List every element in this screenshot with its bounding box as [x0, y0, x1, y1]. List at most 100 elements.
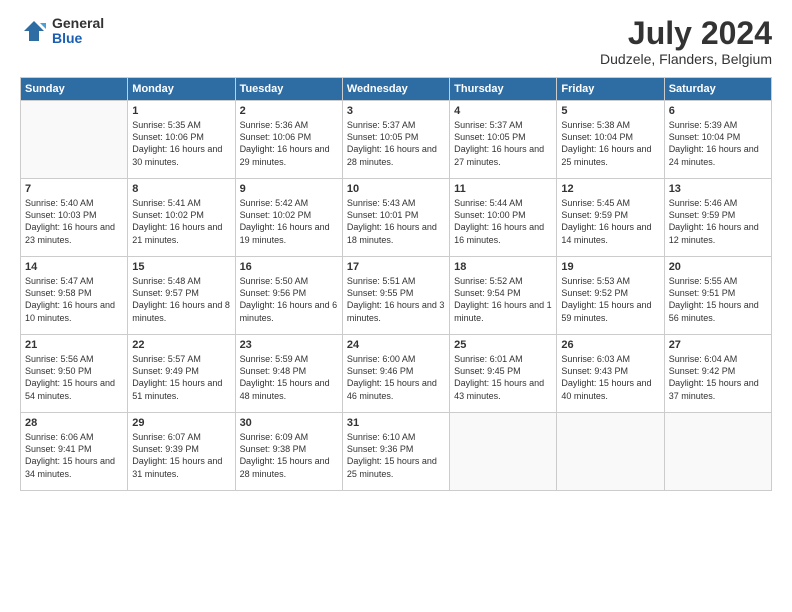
day-info: Sunrise: 6:03 AM Sunset: 9:43 PM Dayligh… — [561, 353, 659, 402]
day-info: Sunrise: 6:01 AM Sunset: 9:45 PM Dayligh… — [454, 353, 552, 402]
logo-blue: Blue — [52, 31, 104, 46]
day-number: 26 — [561, 339, 659, 351]
day-info: Sunrise: 5:44 AM Sunset: 10:00 PM Daylig… — [454, 197, 552, 246]
day-info: Sunrise: 5:45 AM Sunset: 9:59 PM Dayligh… — [561, 197, 659, 246]
day-number: 24 — [347, 339, 445, 351]
day-cell: 30Sunrise: 6:09 AM Sunset: 9:38 PM Dayli… — [235, 413, 342, 491]
day-cell: 10Sunrise: 5:43 AM Sunset: 10:01 PM Dayl… — [342, 179, 449, 257]
header-cell-thursday: Thursday — [450, 78, 557, 101]
day-cell: 17Sunrise: 5:51 AM Sunset: 9:55 PM Dayli… — [342, 257, 449, 335]
day-cell: 14 Sunrise: 5:47 AM Sunset: 9:58 PM Dayli… — [21, 257, 128, 335]
week-row-4: 21 Sunrise: 5:56 AM Sunset: 9:50 PM Dayli… — [21, 335, 772, 413]
day-number: 14 — [25, 261, 123, 273]
day-number: 30 — [240, 417, 338, 429]
day-cell: 26 Sunrise: 6:03 AM Sunset: 9:43 PM Dayli… — [557, 335, 664, 413]
day-number: 23 — [240, 339, 338, 351]
day-info: Sunrise: 5:40 AM Sunset: 10:03 PM Daylig… — [25, 197, 123, 246]
day-number: 22 — [132, 339, 230, 351]
day-number: 21 — [25, 339, 123, 351]
day-info: Sunrise: 6:04 AM Sunset: 9:42 PM Dayligh… — [669, 353, 767, 402]
day-number: 5 — [561, 105, 659, 117]
day-cell: 13 Sunrise: 5:46 AM Sunset: 9:59 PM Dayli… — [664, 179, 771, 257]
logo-icon — [20, 17, 48, 45]
day-cell: 6 Sunrise: 5:39 AM Sunset: 10:04 PM Dayli… — [664, 101, 771, 179]
day-cell: 24 Sunrise: 6:00 AM Sunset: 9:46 PM Dayli… — [342, 335, 449, 413]
calendar-container: General Blue July 2024 Dudzele, Flanders… — [0, 0, 792, 612]
day-info: Sunrise: 5:55 AM Sunset: 9:51 PM Dayligh… — [669, 275, 767, 324]
day-cell: 21 Sunrise: 5:56 AM Sunset: 9:50 PM Dayli… — [21, 335, 128, 413]
calendar-subtitle: Dudzele, Flanders, Belgium — [600, 51, 772, 67]
day-info: Sunrise: 6:00 AM Sunset: 9:46 PM Dayligh… — [347, 353, 445, 402]
day-number: 27 — [669, 339, 767, 351]
day-number: 13 — [669, 183, 767, 195]
day-number: 16 — [240, 261, 338, 273]
week-row-5: 28 Sunrise: 6:06 AM Sunset: 9:41 PM Dayli… — [21, 413, 772, 491]
day-info: Sunrise: 5:48 AM Sunset: 9:57 PM Dayligh… — [132, 275, 230, 324]
day-cell — [450, 413, 557, 491]
day-cell: 28 Sunrise: 6:06 AM Sunset: 9:41 PM Dayli… — [21, 413, 128, 491]
day-cell: 27 Sunrise: 6:04 AM Sunset: 9:42 PM Dayli… — [664, 335, 771, 413]
day-number: 7 — [25, 183, 123, 195]
header-cell-sunday: Sunday — [21, 78, 128, 101]
day-number: 1 — [132, 105, 230, 117]
week-row-2: 7 Sunrise: 5:40 AM Sunset: 10:03 PM Dayli… — [21, 179, 772, 257]
day-info: Sunrise: 5:59 AM Sunset: 9:48 PM Dayligh… — [240, 353, 338, 402]
day-cell: 16Sunrise: 5:50 AM Sunset: 9:56 PM Dayli… — [235, 257, 342, 335]
header: General Blue July 2024 Dudzele, Flanders… — [20, 16, 772, 67]
day-number: 18 — [454, 261, 552, 273]
day-cell: 12Sunrise: 5:45 AM Sunset: 9:59 PM Dayli… — [557, 179, 664, 257]
day-number: 15 — [132, 261, 230, 273]
day-number: 8 — [132, 183, 230, 195]
day-cell: 19 Sunrise: 5:53 AM Sunset: 9:52 PM Dayli… — [557, 257, 664, 335]
day-info: Sunrise: 5:53 AM Sunset: 9:52 PM Dayligh… — [561, 275, 659, 324]
header-cell-friday: Friday — [557, 78, 664, 101]
day-info: Sunrise: 5:47 AM Sunset: 9:58 PM Dayligh… — [25, 275, 123, 324]
day-cell: 7 Sunrise: 5:40 AM Sunset: 10:03 PM Dayli… — [21, 179, 128, 257]
day-info: Sunrise: 5:36 AM Sunset: 10:06 PM Daylig… — [240, 119, 338, 168]
day-cell: 5 Sunrise: 5:38 AM Sunset: 10:04 PM Dayli… — [557, 101, 664, 179]
header-row: SundayMondayTuesdayWednesdayThursdayFrid… — [21, 78, 772, 101]
day-info: Sunrise: 5:46 AM Sunset: 9:59 PM Dayligh… — [669, 197, 767, 246]
logo: General Blue — [20, 16, 104, 47]
day-info: Sunrise: 5:41 AM Sunset: 10:02 PM Daylig… — [132, 197, 230, 246]
day-cell — [557, 413, 664, 491]
header-cell-tuesday: Tuesday — [235, 78, 342, 101]
day-cell: 3Sunrise: 5:37 AM Sunset: 10:05 PM Dayli… — [342, 101, 449, 179]
header-cell-monday: Monday — [128, 78, 235, 101]
calendar-body: 1Sunrise: 5:35 AM Sunset: 10:06 PM Dayli… — [21, 101, 772, 491]
day-number: 29 — [132, 417, 230, 429]
day-info: Sunrise: 5:56 AM Sunset: 9:50 PM Dayligh… — [25, 353, 123, 402]
title-block: July 2024 Dudzele, Flanders, Belgium — [600, 16, 772, 67]
calendar-table: SundayMondayTuesdayWednesdayThursdayFrid… — [20, 77, 772, 491]
calendar-title: July 2024 — [600, 16, 772, 51]
day-cell: 23 Sunrise: 5:59 AM Sunset: 9:48 PM Dayli… — [235, 335, 342, 413]
day-cell: 20 Sunrise: 5:55 AM Sunset: 9:51 PM Dayli… — [664, 257, 771, 335]
day-number: 31 — [347, 417, 445, 429]
logo-text: General Blue — [52, 16, 104, 47]
day-cell — [21, 101, 128, 179]
day-number: 4 — [454, 105, 552, 117]
day-info: Sunrise: 5:42 AM Sunset: 10:02 PM Daylig… — [240, 197, 338, 246]
day-cell: 1Sunrise: 5:35 AM Sunset: 10:06 PM Dayli… — [128, 101, 235, 179]
day-number: 11 — [454, 183, 552, 195]
day-info: Sunrise: 5:43 AM Sunset: 10:01 PM Daylig… — [347, 197, 445, 246]
day-info: Sunrise: 5:51 AM Sunset: 9:55 PM Dayligh… — [347, 275, 445, 324]
day-cell: 9 Sunrise: 5:42 AM Sunset: 10:02 PM Dayli… — [235, 179, 342, 257]
day-info: Sunrise: 5:39 AM Sunset: 10:04 PM Daylig… — [669, 119, 767, 168]
day-cell: 25Sunrise: 6:01 AM Sunset: 9:45 PM Dayli… — [450, 335, 557, 413]
header-cell-wednesday: Wednesday — [342, 78, 449, 101]
day-cell: 4 Sunrise: 5:37 AM Sunset: 10:05 PM Dayli… — [450, 101, 557, 179]
calendar-header: SundayMondayTuesdayWednesdayThursdayFrid… — [21, 78, 772, 101]
day-cell: 29Sunrise: 6:07 AM Sunset: 9:39 PM Dayli… — [128, 413, 235, 491]
day-cell: 2Sunrise: 5:36 AM Sunset: 10:06 PM Dayli… — [235, 101, 342, 179]
day-info: Sunrise: 5:37 AM Sunset: 10:05 PM Daylig… — [454, 119, 552, 168]
day-number: 28 — [25, 417, 123, 429]
day-number: 20 — [669, 261, 767, 273]
day-info: Sunrise: 5:38 AM Sunset: 10:04 PM Daylig… — [561, 119, 659, 168]
day-number: 6 — [669, 105, 767, 117]
day-info: Sunrise: 6:06 AM Sunset: 9:41 PM Dayligh… — [25, 431, 123, 480]
header-cell-saturday: Saturday — [664, 78, 771, 101]
day-number: 9 — [240, 183, 338, 195]
day-number: 19 — [561, 261, 659, 273]
day-cell: 22Sunrise: 5:57 AM Sunset: 9:49 PM Dayli… — [128, 335, 235, 413]
